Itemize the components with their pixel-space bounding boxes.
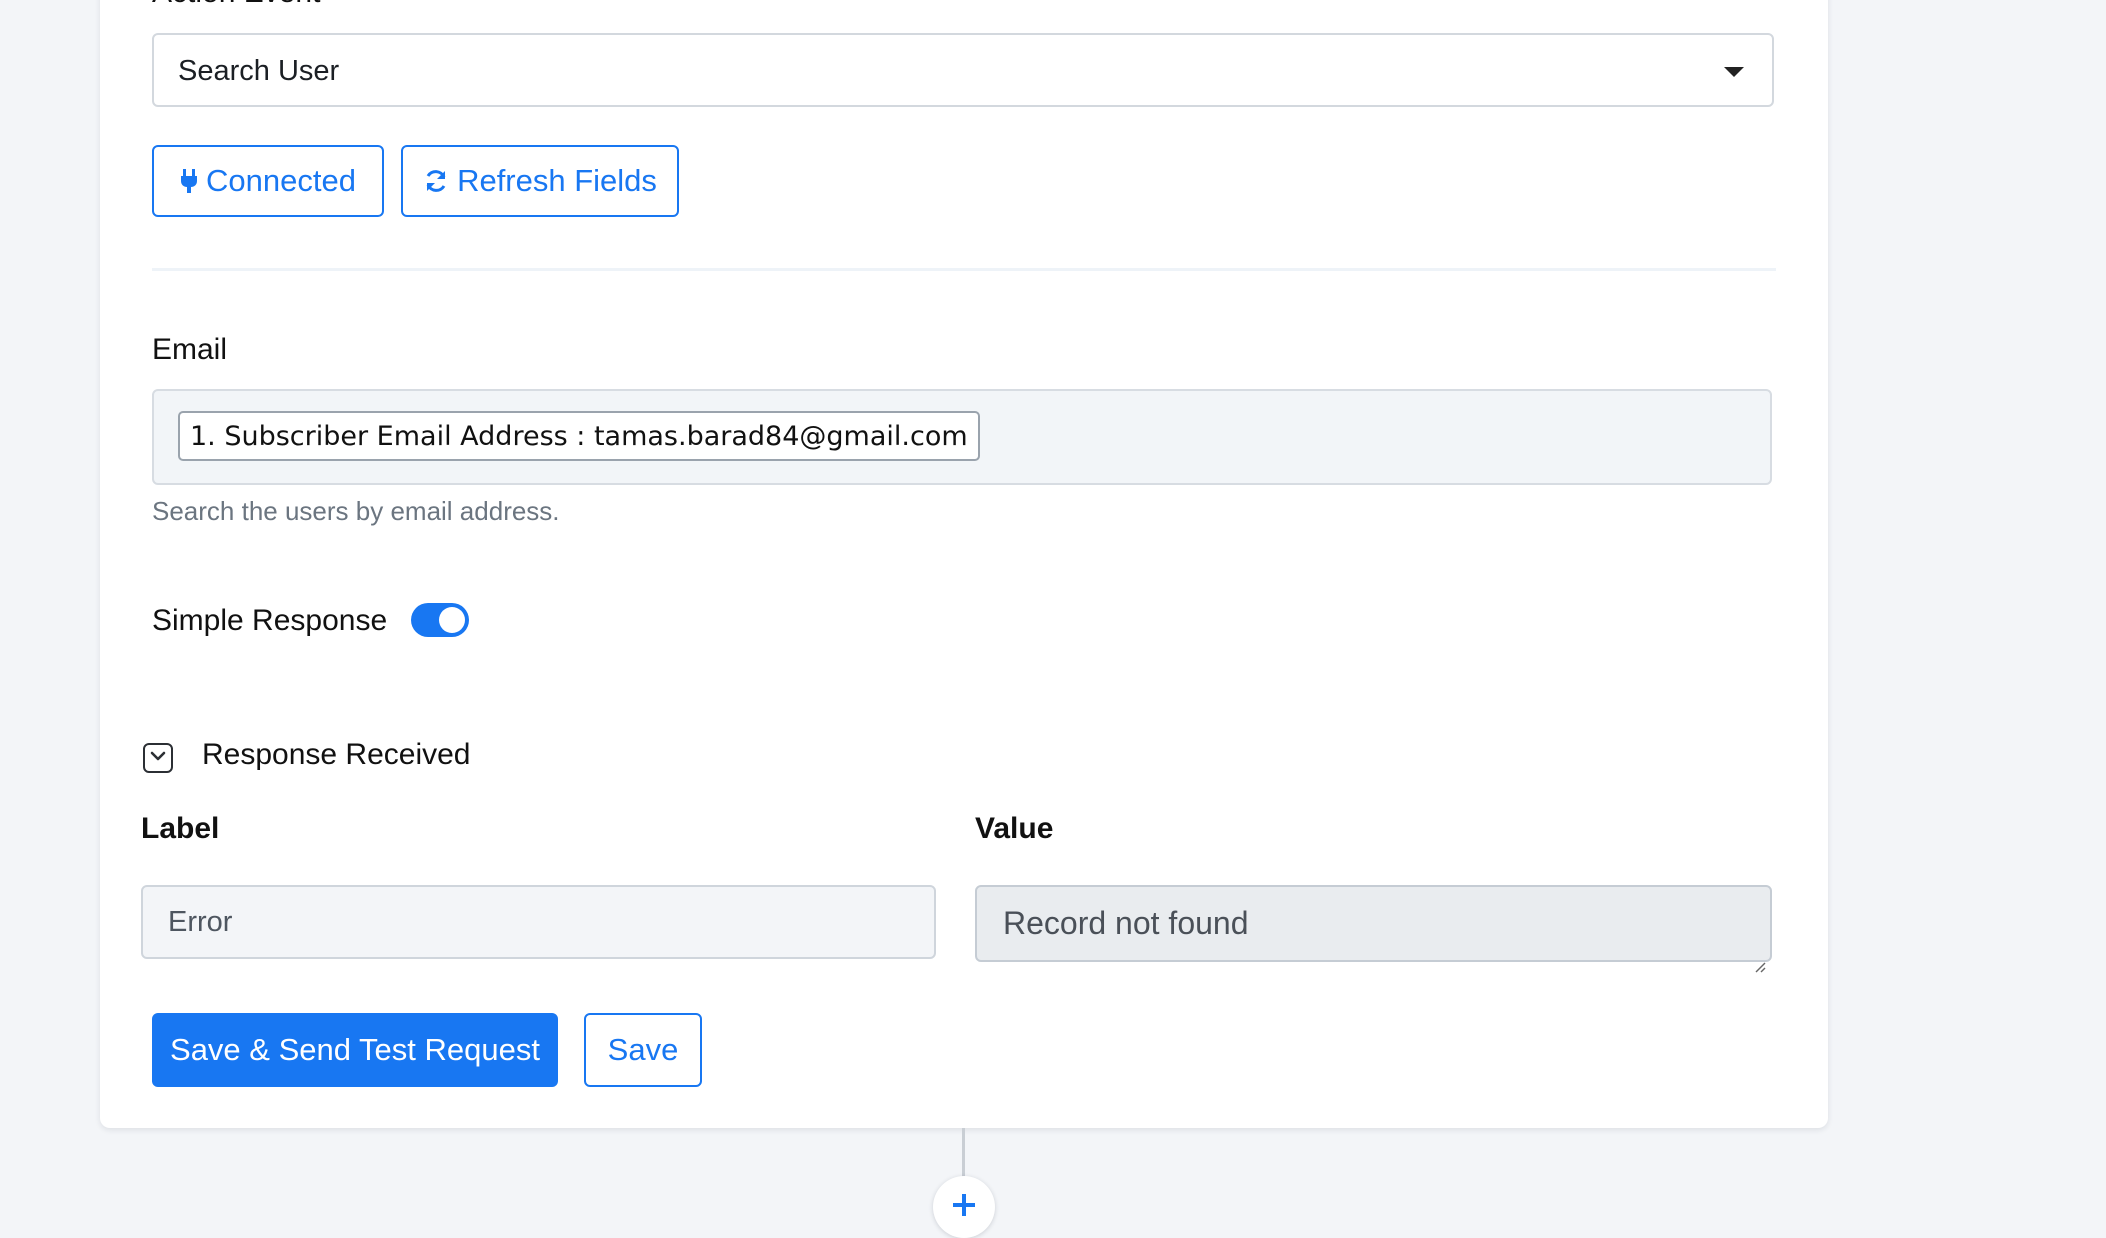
action-event-label: Action Event	[152, 0, 320, 10]
plug-icon	[180, 168, 198, 194]
simple-response-label: Simple Response	[152, 604, 388, 637]
resize-grip-icon[interactable]	[1754, 944, 1766, 973]
plus-icon	[950, 1191, 978, 1224]
refresh-fields-button[interactable]: Refresh Fields	[401, 145, 679, 217]
label-column-header: Label	[141, 812, 220, 845]
response-label-text: Error	[168, 905, 233, 938]
response-label-field[interactable]: Error	[141, 885, 936, 959]
value-column-header: Value	[975, 812, 1054, 845]
response-collapse-toggle[interactable]	[143, 743, 173, 773]
email-label: Email	[152, 333, 228, 366]
action-event-selected: Search User	[178, 55, 340, 87]
connected-button-label: Connected	[206, 163, 356, 198]
email-field[interactable]: 1. Subscriber Email Address : tamas.bara…	[152, 389, 1772, 485]
caret-down-icon	[1724, 67, 1744, 77]
section-divider	[152, 268, 1776, 271]
save-send-test-button[interactable]: Save & Send Test Request	[152, 1013, 558, 1087]
flow-connector	[962, 1128, 965, 1178]
add-step-button[interactable]	[933, 1176, 995, 1238]
chevron-down-icon	[150, 749, 166, 767]
connected-button[interactable]: Connected	[152, 145, 384, 217]
simple-response-toggle[interactable]	[411, 603, 469, 637]
email-token-chip[interactable]: 1. Subscriber Email Address : tamas.bara…	[178, 411, 980, 461]
response-received-title: Response Received	[202, 738, 471, 771]
response-value-text: Record not found	[1003, 905, 1249, 941]
response-value-textarea[interactable]: Record not found	[975, 885, 1772, 973]
email-help-text: Search the users by email address.	[152, 496, 560, 526]
save-button[interactable]: Save	[584, 1013, 702, 1087]
refresh-icon	[423, 168, 449, 194]
refresh-fields-label: Refresh Fields	[457, 163, 657, 198]
toggle-knob	[439, 607, 465, 633]
action-event-select[interactable]: Search User	[152, 33, 1774, 107]
